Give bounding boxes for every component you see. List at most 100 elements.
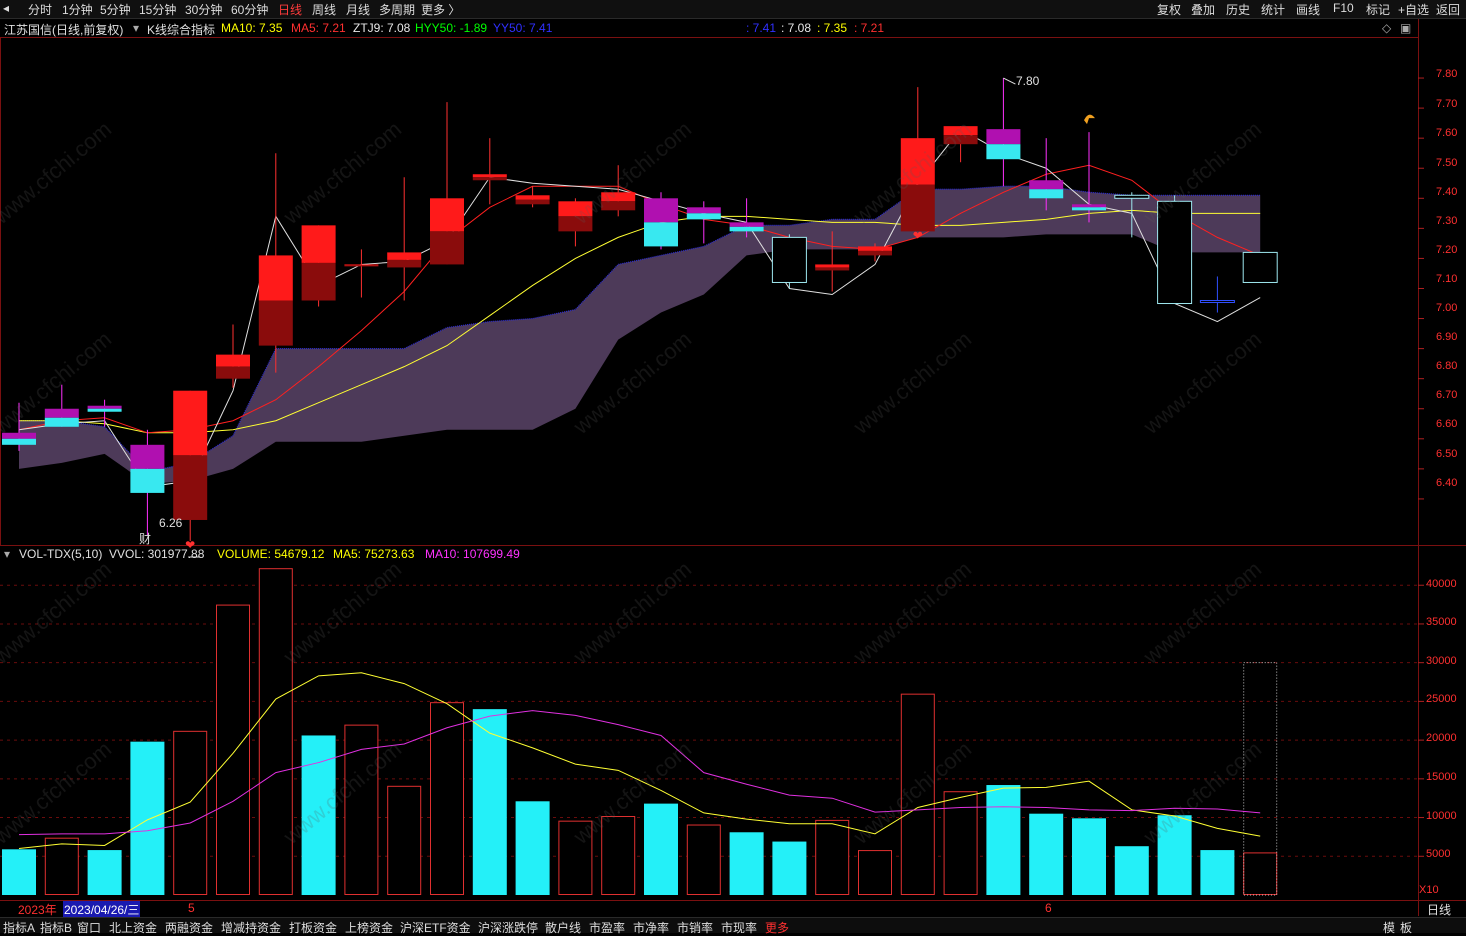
candle-body-bottom	[1072, 207, 1106, 211]
candle-body-bottom	[686, 213, 721, 220]
tab-more[interactable]: 更多	[765, 919, 789, 936]
volume-tick: 5000	[1426, 848, 1451, 860]
candle-body	[1242, 251, 1278, 283]
kline-chart[interactable]: ❤❤	[0, 0, 1466, 932]
candle-body-top	[87, 405, 122, 409]
candle-body-top	[258, 255, 293, 301]
volume-bar	[130, 741, 165, 895]
tab-indicator-a[interactable]: 指标A	[3, 919, 35, 936]
low-price-label: 6.26	[159, 516, 183, 530]
candle-body-top	[900, 138, 935, 185]
vvol-value: VVOL: 301977.88	[109, 547, 205, 561]
volume-tick: 25000	[1426, 693, 1457, 705]
tab-holdings-change[interactable]: 增减持资金	[221, 919, 281, 936]
price-tick: 6.70	[1436, 389, 1458, 401]
candle-body-top	[1029, 180, 1064, 190]
volume-bar	[858, 850, 892, 896]
price-tick: 7.70	[1436, 98, 1458, 110]
candle-body-bottom	[301, 262, 336, 301]
tab-limit-board[interactable]: 打板资金	[289, 919, 337, 936]
period-label: 日线	[1427, 903, 1452, 917]
candle-body-top	[986, 129, 1021, 145]
tab-toplist[interactable]: 上榜资金	[345, 919, 393, 936]
volume-bar	[1157, 815, 1192, 895]
high-price-label: 7.80	[1016, 74, 1040, 88]
volume-bar	[1072, 818, 1106, 895]
selected-date: 2023/04/26/三	[63, 901, 141, 918]
volume-bar	[1243, 852, 1278, 896]
candle-body-top	[644, 198, 678, 223]
tab-pe[interactable]: 市盈率	[589, 919, 625, 936]
candle-body-top	[44, 408, 79, 418]
volume-bar	[1029, 813, 1064, 895]
candle-body-top	[216, 354, 250, 367]
volume-bar	[344, 724, 379, 896]
candle-body-bottom	[729, 226, 764, 232]
candle-body-top	[686, 207, 721, 214]
candle-body-bottom	[472, 177, 507, 181]
volume-bar	[1114, 846, 1149, 895]
volume-bar	[815, 819, 850, 896]
candle-body-bottom	[130, 468, 165, 493]
price-tick: 7.50	[1436, 157, 1458, 169]
volume-bars	[2, 568, 1278, 896]
candle-body-top	[943, 126, 978, 136]
price-tick: 7.60	[1436, 127, 1458, 139]
candle-body-top	[558, 201, 593, 217]
candle-body-top	[130, 444, 165, 469]
price-tick: 6.40	[1436, 477, 1458, 489]
price-tick: 7.00	[1436, 302, 1458, 314]
candle-body-top	[387, 252, 422, 260]
volume-grid	[0, 584, 1424, 857]
volume-tick: 15000	[1426, 771, 1457, 783]
tab-etf[interactable]: 沪深ETF资金	[400, 919, 471, 936]
volume-tick: 35000	[1426, 616, 1457, 628]
tab-northbound[interactable]: 北上资金	[109, 919, 157, 936]
volume-bar	[515, 801, 550, 895]
flag-icon	[1084, 114, 1095, 125]
candle-body-top	[1072, 204, 1106, 208]
volume-dropdown-icon[interactable]: ▾	[4, 547, 10, 561]
volume-bar	[44, 837, 79, 895]
volume-info-line: ▾ VOL-TDX(5,10) VVOL: 301977.88 VOLUME: …	[0, 546, 1466, 562]
board-button[interactable]: 板	[1400, 919, 1412, 936]
tab-window[interactable]: 窗口	[77, 919, 101, 936]
volume-bar	[601, 816, 636, 895]
finance-mark[interactable]: 财	[139, 530, 151, 547]
template-button[interactable]: 模	[1383, 919, 1395, 936]
tab-limit-updown[interactable]: 沪深涨跌停	[478, 919, 538, 936]
candle-body	[1199, 300, 1235, 304]
tab-indicator-b[interactable]: 指标B	[40, 919, 72, 936]
month-5-label: 5	[188, 901, 195, 915]
volume-bar	[258, 568, 293, 896]
candle-body-top	[2, 432, 36, 439]
volume-bar	[387, 785, 422, 896]
volume-bar	[772, 841, 807, 895]
candle-body-top	[515, 195, 550, 200]
bottom-tab-bar: 指标A 指标B 窗口 北上资金 两融资金 增减持资金 打板资金 上榜资金 沪深E…	[0, 917, 1466, 936]
tab-margin[interactable]: 两融资金	[165, 919, 213, 936]
candle-body-bottom	[515, 199, 550, 205]
volume-unit: X10	[1419, 884, 1439, 896]
candle-body-bottom	[858, 250, 892, 256]
candle-body-top	[472, 174, 507, 178]
tab-ps[interactable]: 市销率	[677, 919, 713, 936]
month-6-label: 6	[1045, 901, 1052, 915]
volume-indicator-name[interactable]: VOL-TDX(5,10)	[19, 547, 102, 561]
candle-body-bottom	[558, 216, 593, 232]
volume-tick: 40000	[1426, 578, 1457, 590]
volume-bar	[173, 730, 208, 895]
tab-retail-line[interactable]: 散户线	[545, 919, 581, 936]
candle-body-bottom	[44, 417, 79, 427]
tab-pb[interactable]: 市净率	[633, 919, 669, 936]
candle-body	[1114, 194, 1150, 199]
price-tick: 7.10	[1436, 273, 1458, 285]
volume-bar	[2, 849, 36, 895]
high-pointer-icon	[1003, 77, 1016, 85]
butterfly-icon: ❤	[913, 228, 923, 242]
candle-body-top	[815, 264, 850, 268]
tab-pcf[interactable]: 市现率	[721, 919, 757, 936]
candle-body-bottom	[1029, 189, 1064, 199]
price-tick: 6.90	[1436, 331, 1458, 343]
candle-body-top	[301, 225, 336, 263]
